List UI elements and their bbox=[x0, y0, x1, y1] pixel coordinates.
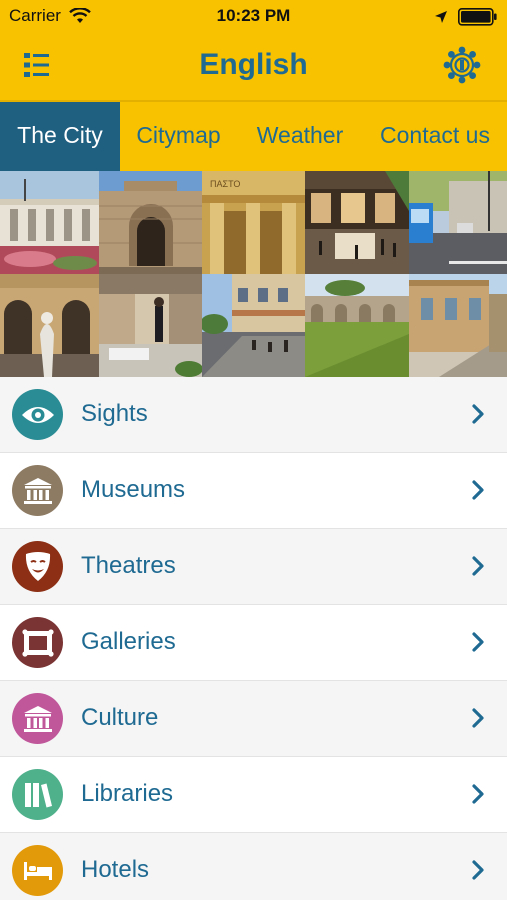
city-seal-icon bbox=[443, 46, 481, 88]
page-title: English bbox=[199, 48, 308, 81]
list-item-sights[interactable]: Sights bbox=[0, 377, 507, 453]
town-hall-photo[interactable] bbox=[0, 171, 99, 274]
chevron-right-icon bbox=[472, 784, 484, 804]
pedestrian-street-photo[interactable] bbox=[99, 274, 202, 377]
list-item-label-sights: Sights bbox=[81, 400, 148, 427]
hotels-icon-badge bbox=[12, 845, 63, 896]
list-item-label-museums: Museums bbox=[81, 476, 186, 503]
list-item-theatres[interactable]: Theatres bbox=[0, 529, 507, 605]
columns-building-icon bbox=[22, 477, 54, 505]
street-bus-photo[interactable] bbox=[409, 171, 507, 274]
tab-citymap[interactable]: Citymap bbox=[120, 102, 237, 171]
svg-text:ΠΑΣΤΟ: ΠΑΣΤΟ bbox=[210, 179, 240, 189]
cafe-street-photo[interactable] bbox=[202, 274, 305, 377]
list-item-label-hotels: Hotels bbox=[81, 856, 150, 883]
status-bar: Carrier 10:23 PM bbox=[0, 0, 507, 32]
battery-icon bbox=[458, 8, 498, 26]
list-item-culture[interactable]: Culture bbox=[0, 681, 507, 757]
famagusta-gate-photo[interactable] bbox=[99, 171, 202, 274]
list-item-label-culture: Culture bbox=[81, 704, 159, 731]
old-building-photo[interactable] bbox=[409, 274, 507, 377]
chevron-right-icon bbox=[472, 404, 484, 424]
temple-icon bbox=[22, 705, 54, 733]
chevron-right-icon bbox=[472, 860, 484, 880]
sights-icon-badge bbox=[12, 389, 63, 440]
list-item-museums[interactable]: Museums bbox=[0, 453, 507, 529]
chevron-right-icon bbox=[472, 708, 484, 728]
status-right bbox=[434, 8, 498, 26]
museum-columns-photo[interactable]: ΠΑΣΤΟ bbox=[202, 171, 305, 274]
theatre-mask-icon bbox=[24, 551, 52, 583]
category-list: Sights Museums Theatres Galleries Cultur… bbox=[0, 377, 507, 900]
picture-frame-icon bbox=[21, 628, 54, 657]
chevron-right-icon bbox=[472, 480, 484, 500]
libraries-icon-badge bbox=[12, 769, 63, 820]
museums-icon-badge bbox=[12, 465, 63, 516]
list-item-label-libraries: Libraries bbox=[81, 780, 174, 807]
list-item-hotels[interactable]: Hotels bbox=[0, 833, 507, 900]
location-arrow-icon bbox=[434, 10, 448, 24]
culture-icon-badge bbox=[12, 693, 63, 744]
tab-the-city[interactable]: The City bbox=[0, 102, 120, 171]
aqueduct-park-photo[interactable] bbox=[305, 274, 409, 377]
city-seal-button[interactable] bbox=[443, 46, 481, 84]
theatres-icon-badge bbox=[12, 541, 63, 592]
chevron-right-icon bbox=[472, 556, 484, 576]
arcade-statue-photo[interactable] bbox=[0, 274, 99, 377]
header-area: Carrier 10:23 PM English bbox=[0, 0, 507, 102]
galleries-icon-badge bbox=[12, 617, 63, 668]
list-item-label-theatres: Theatres bbox=[81, 552, 176, 579]
clock: 10:23 PM bbox=[216, 6, 291, 25]
app-screen: Carrier 10:23 PM English The City Cityma… bbox=[0, 0, 507, 900]
courtyard-photo[interactable] bbox=[305, 171, 409, 274]
bed-icon bbox=[22, 860, 54, 882]
books-icon bbox=[23, 781, 53, 809]
tab-weather[interactable]: Weather bbox=[237, 102, 363, 171]
tab-bar: The City Citymap Weather Contact us bbox=[0, 102, 507, 171]
nav-bar: English bbox=[0, 32, 507, 100]
photo-grid: ΠΑΣΤΟ bbox=[0, 171, 507, 377]
list-item-galleries[interactable]: Galleries bbox=[0, 605, 507, 681]
tab-contact-us[interactable]: Contact us bbox=[363, 102, 507, 171]
eye-icon bbox=[20, 403, 56, 427]
chevron-right-icon bbox=[472, 632, 484, 652]
list-item-label-galleries: Galleries bbox=[81, 628, 176, 655]
list-item-libraries[interactable]: Libraries bbox=[0, 757, 507, 833]
